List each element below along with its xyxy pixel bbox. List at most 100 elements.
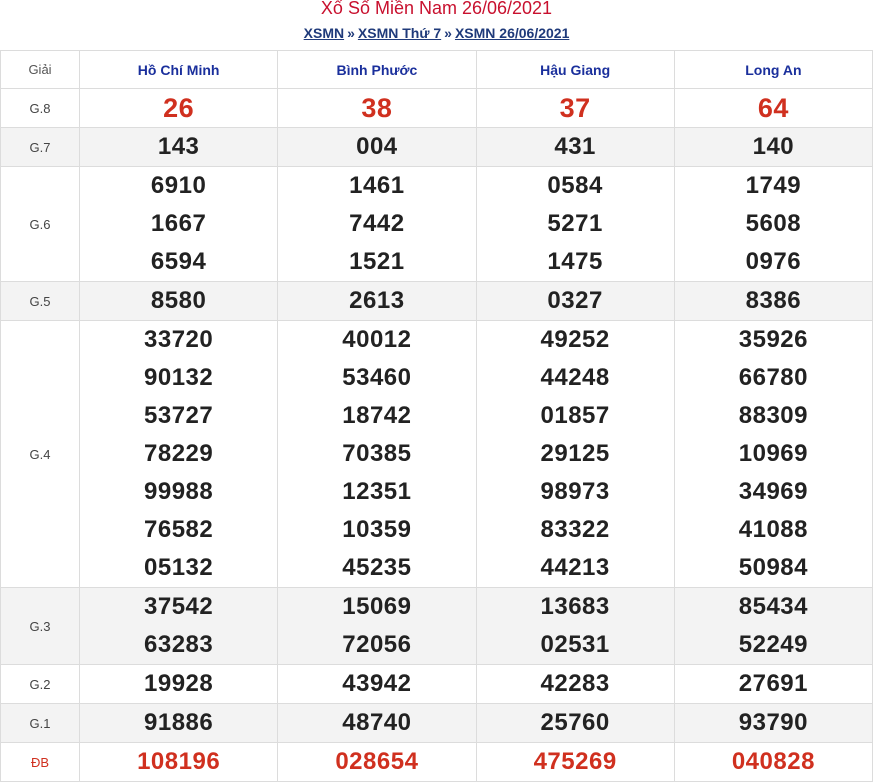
prize-row: G.8 26 38 37 64 <box>0 88 873 128</box>
breadcrumb-separator: » <box>347 25 355 41</box>
prize-number: 10969 <box>738 440 808 467</box>
prize-number: 475269 <box>533 748 617 775</box>
prize-number: 52249 <box>738 631 808 658</box>
province-header: Long An <box>673 50 873 89</box>
prize-cell: 43942 <box>277 664 477 704</box>
prize-cell: 475269 <box>475 742 675 782</box>
prize-label: G.6 <box>0 166 80 282</box>
breadcrumb-xsmn[interactable]: XSMN <box>304 25 344 41</box>
prize-number: 64 <box>757 93 789 123</box>
table-header-row: Giải Hồ Chí Minh Bình Phước Hậu Giang Lo… <box>0 50 873 89</box>
prize-number: 143 <box>157 133 200 160</box>
prize-number: 1749 <box>745 172 802 199</box>
prize-cell: 49252 44248 01857 29125 98973 83322 44213 <box>475 320 675 588</box>
prize-label: G.5 <box>0 281 80 321</box>
prize-number: 90132 <box>144 364 214 391</box>
prize-number: 45235 <box>342 554 412 581</box>
prize-number: 99988 <box>144 478 214 505</box>
page-header: Xổ Số Miền Nam 26/06/2021 XSMN» XSMN Thứ … <box>0 0 873 50</box>
prize-cell: 6910 1667 6594 <box>78 166 279 282</box>
province-header: Hồ Chí Minh <box>78 50 279 89</box>
prize-number: 8580 <box>150 287 207 314</box>
prize-row: G.4 33720 90132 53727 78229 99988 76582 05132 40… <box>0 320 873 588</box>
prize-cell: 26 <box>78 88 279 128</box>
prize-label: G.4 <box>0 320 80 588</box>
prize-label: ĐB <box>0 742 80 782</box>
prize-number: 91886 <box>144 709 214 736</box>
prize-cell: 33720 90132 53727 78229 99988 76582 05132 <box>78 320 279 588</box>
prize-cell: 19928 <box>78 664 279 704</box>
prize-cell: 8386 <box>673 281 873 321</box>
prize-number: 1667 <box>150 210 207 237</box>
prize-number: 15069 <box>342 593 412 620</box>
prize-number: 49252 <box>540 326 610 353</box>
page-title: Xổ Số Miền Nam 26/06/2021 <box>320 0 553 18</box>
prize-cell: 64 <box>673 88 873 128</box>
breadcrumb-xsmn-date[interactable]: XSMN 26/06/2021 <box>455 25 569 41</box>
prize-number: 6594 <box>150 248 207 275</box>
prize-row: G.3 37542 63283 15069 72056 13683 02531 85434 52… <box>0 587 873 665</box>
prize-number: 10359 <box>342 516 412 543</box>
prize-label: G.2 <box>0 664 80 704</box>
prize-number: 8386 <box>745 287 802 314</box>
province-header: Hậu Giang <box>475 50 675 89</box>
prize-cell: 25760 <box>475 703 675 743</box>
prize-label: G.8 <box>0 88 80 128</box>
prize-cell: 42283 <box>475 664 675 704</box>
prize-number: 5271 <box>547 210 603 237</box>
prize-number: 98973 <box>540 478 610 505</box>
prize-cell: 1461 7442 1521 <box>277 166 477 282</box>
prize-cell: 1749 5608 0976 <box>673 166 873 282</box>
prize-number: 02531 <box>540 631 610 658</box>
prize-number: 05132 <box>144 554 214 581</box>
prize-number: 29125 <box>540 440 610 467</box>
prize-number: 37542 <box>144 593 214 620</box>
prize-number: 1475 <box>547 248 603 275</box>
prize-cell: 15069 72056 <box>277 587 477 665</box>
prize-number: 33720 <box>144 326 214 353</box>
prize-cell: 93790 <box>673 703 873 743</box>
prize-number: 004 <box>356 133 398 160</box>
prize-number: 431 <box>554 133 596 160</box>
prize-number: 1521 <box>349 248 405 275</box>
prize-cell: 004 <box>277 127 477 167</box>
prize-column-header: Giải <box>0 50 80 89</box>
prize-row: G.5 8580 2613 0327 8386 <box>0 281 873 321</box>
prize-number: 41088 <box>738 516 808 543</box>
prize-number: 85434 <box>738 593 808 620</box>
prize-number: 50984 <box>738 554 808 581</box>
prize-cell: 108196 <box>78 742 279 782</box>
prize-number: 040828 <box>731 748 815 775</box>
prize-cell: 431 <box>475 127 675 167</box>
prize-number: 44248 <box>540 364 610 391</box>
breadcrumb-separator: » <box>444 25 452 41</box>
prize-label: G.1 <box>0 703 80 743</box>
prize-row: G.1 91886 48740 25760 93790 <box>0 703 873 743</box>
prize-number: 88309 <box>738 402 808 429</box>
prize-number: 0584 <box>547 172 603 199</box>
prize-cell: 27691 <box>673 664 873 704</box>
prize-number: 38 <box>361 93 393 123</box>
prize-number: 44213 <box>540 554 610 581</box>
prize-number: 108196 <box>137 748 221 775</box>
prize-number: 66780 <box>738 364 808 391</box>
prize-cell: 38 <box>277 88 477 128</box>
prize-number: 01857 <box>540 402 610 429</box>
breadcrumb-xsmn-thu7[interactable]: XSMN Thứ 7 <box>358 25 441 41</box>
prize-row: G.7 143 004 431 140 <box>0 127 873 167</box>
prize-number: 028654 <box>335 748 419 775</box>
prize-number: 7442 <box>349 210 405 237</box>
prize-cell: 040828 <box>673 742 873 782</box>
prize-cell: 2613 <box>277 281 477 321</box>
prize-label: G.7 <box>0 127 80 167</box>
prize-label: G.3 <box>0 587 80 665</box>
prize-number: 0976 <box>745 248 802 275</box>
prize-number: 35926 <box>738 326 808 353</box>
prize-cell: 85434 52249 <box>673 587 873 665</box>
prize-number: 76582 <box>144 516 214 543</box>
prize-number: 13683 <box>540 593 610 620</box>
prize-row: ĐB 108196 028654 475269 040828 <box>0 742 873 782</box>
prize-number: 34969 <box>738 478 808 505</box>
prize-number: 5608 <box>745 210 802 237</box>
prize-cell: 48740 <box>277 703 477 743</box>
